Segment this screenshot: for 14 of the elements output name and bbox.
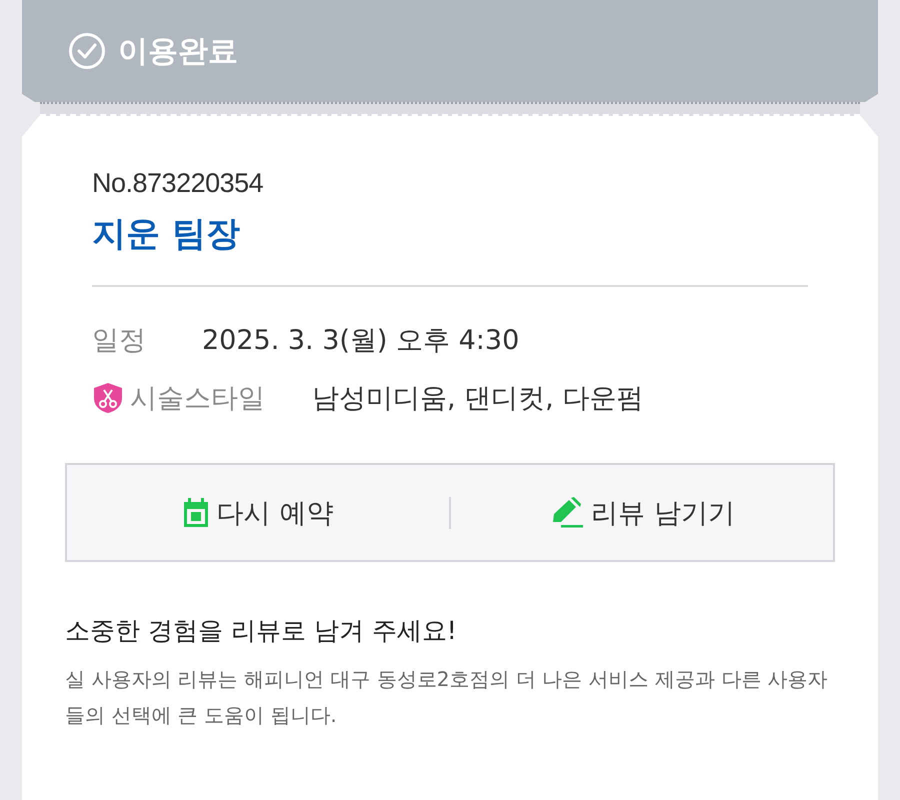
detail-value: 남성미디움, 댄디컷, 다운펌: [312, 382, 644, 416]
review-button[interactable]: 리뷰 남기기: [451, 465, 833, 560]
designer-name: 지운 팀장: [92, 213, 241, 256]
detail-label: 시술스타일: [130, 382, 265, 416]
booking-number: No.873220354: [92, 168, 264, 199]
calendar-icon: [182, 498, 209, 528]
review-description: 실 사용자의 리뷰는 해피니언 대구 동성로2호점의 더 나은 서비스 제공과 다른 사용자들의 선택에 큰 도움이 됩니다.: [65, 666, 829, 729]
status-label: 이용완료: [118, 32, 238, 70]
detail-value: 2025. 3. 3(월) 오후 4:30: [202, 324, 520, 358]
detail-label: 일정: [92, 324, 146, 358]
review-heading: 소중한 경험을 리뷰로 남겨 주세요!: [65, 615, 458, 647]
check-circle-icon: [68, 32, 106, 70]
scissors-shield-icon: [92, 382, 124, 414]
rebook-button[interactable]: 다시 예약: [67, 465, 449, 560]
